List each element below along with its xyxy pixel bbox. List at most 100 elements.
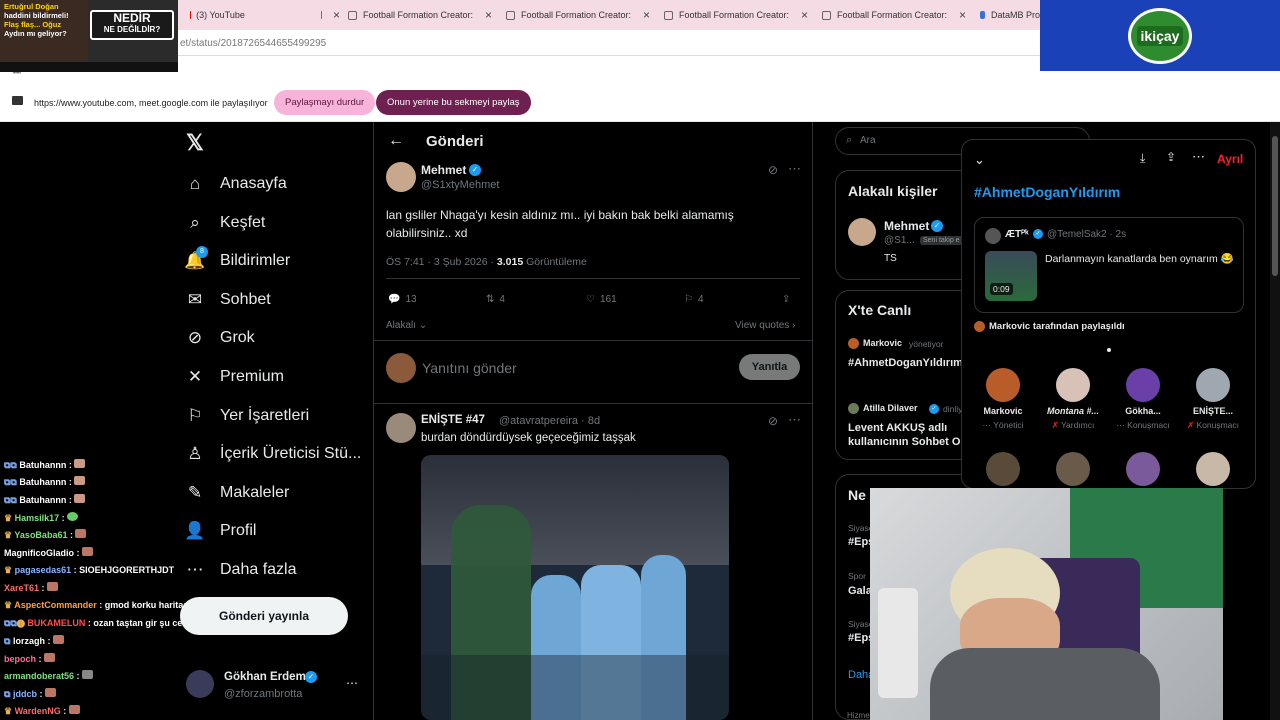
avatar: [1196, 368, 1230, 402]
more-icon[interactable]: ⋯: [788, 161, 801, 177]
space-title: #AhmetDoganYıldırım: [974, 184, 1121, 200]
browser-tab[interactable]: Football Formation Creator: Re ×: [506, 4, 656, 26]
post-text: lan gsliler Nhaga'yı kesin aldınız mı.. …: [386, 208, 734, 240]
chat-message: ⧉ jddcb :: [4, 688, 56, 700]
sponsor-banner: ikiçay: [1040, 0, 1280, 71]
sort-relevant-dropdown[interactable]: Alakalı ⌄: [386, 320, 427, 331]
shared-by-label: Markovic tarafından paylaşıldı: [974, 321, 1125, 332]
sidebar-item-creator-studio[interactable]: ♙ İçerik Üreticisi Stü...: [186, 444, 361, 463]
sidebar-item-explore[interactable]: ⌕ Keşfet: [186, 213, 265, 232]
grok-icon: ⊘: [187, 328, 203, 347]
close-icon[interactable]: ×: [333, 8, 340, 22]
stop-sharing-button[interactable]: Paylaşmayı durdur: [274, 90, 376, 115]
sidebar-item-more[interactable]: ⋯ Daha fazla: [186, 560, 297, 579]
video-thumbnail[interactable]: 0:09: [985, 251, 1037, 301]
sidebar-item-profile[interactable]: 👤 Profil: [184, 521, 256, 540]
share-icon[interactable]: ⇪: [1166, 150, 1176, 164]
scrollbar[interactable]: [1270, 122, 1280, 720]
speaker[interactable]: Markovic ⋯ Yönetici: [968, 368, 1038, 431]
sidebar-item-home[interactable]: ⌂ Anasayfa: [186, 174, 287, 193]
avatar[interactable]: [848, 218, 876, 246]
more-icon[interactable]: ⋯: [1192, 149, 1205, 165]
sidebar-item-bookmarks[interactable]: ⚐ Yer İşaretleri: [186, 406, 309, 425]
host-icon: ⋯: [982, 420, 992, 430]
chat-message: ⧉⧉ Batuhannn :: [4, 476, 86, 488]
page-icon: [348, 10, 357, 20]
avatar[interactable]: [986, 452, 1020, 486]
mic-off-icon: ✗: [1186, 420, 1195, 430]
chat-message: ⧉⧉ Batuhannn :: [4, 459, 86, 471]
close-icon[interactable]: ×: [959, 8, 966, 22]
post-button[interactable]: Gönderi yayınla: [180, 597, 348, 635]
browser-tab-datamb[interactable]: DataMB Pro: [980, 4, 1040, 26]
browser-tab[interactable]: Football Formation Creator: Re ×: [664, 4, 814, 26]
avatar[interactable]: [1126, 452, 1160, 486]
author-handle[interactable]: @S1xtyMehmet: [421, 179, 499, 191]
sidebar-item-chat[interactable]: ✉ Sohbet: [186, 290, 271, 309]
back-arrow-icon[interactable]: ←: [388, 132, 404, 150]
close-icon[interactable]: ×: [485, 8, 492, 22]
grok-icon[interactable]: ⊘: [768, 163, 778, 177]
bookmark-button[interactable]: ⚐ 4: [684, 294, 704, 305]
chevron-down-icon[interactable]: ⌄: [974, 152, 985, 168]
retweet-icon: ⇅: [486, 294, 495, 305]
related-people-card: Alakalı kişiler Mehmet ✓ @S1... Seni tak…: [835, 170, 975, 280]
avatar[interactable]: [386, 162, 416, 192]
avatar: [1126, 368, 1160, 402]
speaker[interactable]: ENİŞTE... ✗ Konuşmacı: [1178, 368, 1248, 431]
reply-icon: 💬: [388, 294, 401, 305]
live-space-title[interactable]: #AhmetDoganYıldırım: [848, 357, 963, 369]
author-handle[interactable]: @atavratpereira · 8d: [499, 415, 600, 427]
share-this-tab-button[interactable]: Onun yerine bu sekmeyi paylaş: [376, 90, 531, 115]
reply-submit-button[interactable]: Yanıtla: [739, 354, 800, 380]
account-switcher[interactable]: Gökhan Erdem ✓ @zforzambrotta ⋯: [186, 670, 366, 704]
more-icon[interactable]: ⋯: [788, 412, 801, 428]
x-logo-icon[interactable]: 𝕏: [186, 130, 204, 156]
leave-button[interactable]: Ayrıl: [1217, 152, 1243, 166]
home-icon: ⌂: [189, 174, 201, 193]
post-text: burdan döndürdüysek geçeceğimiz taşşak: [421, 432, 636, 444]
like-button[interactable]: ♡ 161: [586, 294, 617, 305]
pinned-post[interactable]: ÆTᴾᵏ ✓ @TemelSak2 · 2s 0:09 Darlanmayın …: [974, 217, 1244, 313]
verified-icon: ✓: [929, 404, 939, 414]
browser-tab-youtube[interactable]: (3) YouTube ×: [190, 4, 340, 26]
chat-message: ♛ pagasedas61 : SIOEHJGORERTHJDT: [4, 565, 175, 575]
browser-tab[interactable]: Football Formation Creator: Re ×: [822, 4, 972, 26]
reply-input[interactable]: Yanıtını gönder: [422, 360, 517, 376]
sidebar-item-premium[interactable]: ✕ Premium: [186, 367, 284, 386]
close-icon[interactable]: ×: [643, 8, 650, 22]
author-name[interactable]: ENİŞTE #47: [421, 414, 485, 426]
page-icon: [664, 10, 673, 20]
avatar[interactable]: [1196, 452, 1230, 486]
sidebar-item-grok[interactable]: ⊘ Grok: [186, 328, 255, 347]
view-quotes-link[interactable]: View quotes ›: [735, 320, 795, 331]
more-icon: ⋯: [186, 560, 204, 579]
search-icon: ⌕: [190, 213, 200, 232]
speaker[interactable]: Gökha... ⋯ Konuşmacı: [1108, 368, 1178, 431]
close-icon[interactable]: ×: [801, 8, 808, 22]
video-thumbnail-overlay: Ertuğrul Doğan haddini bildirmeli! Flaş …: [0, 0, 178, 72]
author-name[interactable]: Mehmet: [421, 163, 466, 177]
share-icon[interactable]: ⇪: [782, 294, 790, 305]
post-image[interactable]: [421, 455, 729, 720]
bookmark-icon: ⚐: [187, 406, 203, 425]
mic-off-icon: ✗: [1051, 420, 1059, 430]
avatar[interactable]: [386, 413, 416, 443]
browser-tab[interactable]: Football Formation Creator: Re ×: [348, 4, 498, 26]
chat-message: XareT61 :: [4, 582, 59, 593]
sidebar-item-notifications[interactable]: 🔔 8 Bildirimler: [184, 246, 290, 270]
chat-message: armandoberat56 :: [4, 670, 94, 681]
more-icon[interactable]: ⋯: [346, 676, 358, 690]
page-title: Gönderi: [426, 133, 484, 150]
avatar: [186, 670, 214, 698]
retweet-button[interactable]: ⇅ 4: [486, 294, 505, 305]
page-icon: [506, 10, 515, 20]
sidebar-item-articles[interactable]: ✎ Makaleler: [186, 483, 289, 502]
grok-icon[interactable]: ⊘: [768, 414, 778, 428]
verified-icon: ✓: [305, 671, 317, 683]
avatar[interactable]: [1056, 452, 1090, 486]
chat-message: ⧉ lorzagh :: [4, 635, 64, 647]
speaker[interactable]: Montana #... ✗ Yardımcı: [1038, 368, 1108, 431]
reply-button[interactable]: 💬 13: [388, 294, 417, 305]
minimize-icon[interactable]: ⤓: [1140, 151, 1145, 166]
